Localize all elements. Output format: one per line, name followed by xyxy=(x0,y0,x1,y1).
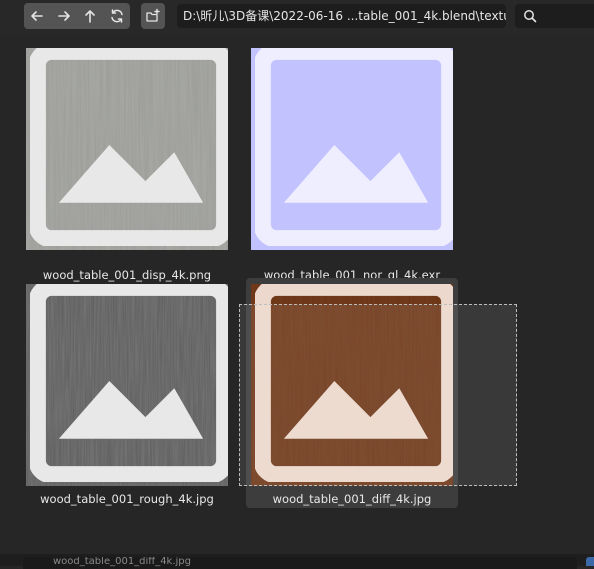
refresh-icon xyxy=(111,9,123,23)
thumbnail-displacement-map xyxy=(26,48,228,250)
refresh-button[interactable] xyxy=(104,3,131,29)
back-icon xyxy=(31,11,44,21)
image-file-icon xyxy=(30,48,228,246)
image-file-icon xyxy=(255,48,453,246)
file-browser-header: D:\昕儿\3D备课\2022-06-16 ...table_001_4k.bl… xyxy=(0,0,594,36)
search-input[interactable] xyxy=(515,4,594,28)
image-file-icon xyxy=(30,284,228,482)
file-name-label: wood_table_001_rough_4k.jpg xyxy=(40,492,214,506)
file-tile[interactable]: wood_table_001_rough_4k.jpg xyxy=(26,284,228,516)
directory-path-field[interactable]: D:\昕儿\3D备课\2022-06-16 ...table_001_4k.bl… xyxy=(177,4,506,28)
new-folder-button[interactable] xyxy=(141,3,165,29)
file-name-label: wood_table_001_diff_4k.jpg xyxy=(272,492,432,506)
search-icon xyxy=(524,10,537,23)
confirm-button-edge[interactable] xyxy=(586,557,594,566)
box-select-rectangle xyxy=(239,304,517,486)
navigation-button-group xyxy=(24,3,130,29)
forward-button[interactable] xyxy=(51,3,78,29)
thumbnail-normal-map xyxy=(251,48,453,250)
file-tile[interactable]: wood_table_001_nor_gl_4k.exr xyxy=(251,48,453,282)
new-folder-icon xyxy=(146,8,160,22)
thumbnail-roughness-map xyxy=(26,284,228,486)
parent-directory-button[interactable] xyxy=(77,3,104,29)
back-button[interactable] xyxy=(24,3,51,29)
forward-icon xyxy=(57,11,70,21)
filename-input[interactable]: wood_table_001_diff_4k.jpg xyxy=(23,557,577,569)
file-name-label: wood_table_001_disp_4k.png xyxy=(42,268,212,282)
parent-directory-icon xyxy=(85,10,96,23)
file-tile[interactable]: wood_table_001_disp_4k.png xyxy=(26,48,228,282)
